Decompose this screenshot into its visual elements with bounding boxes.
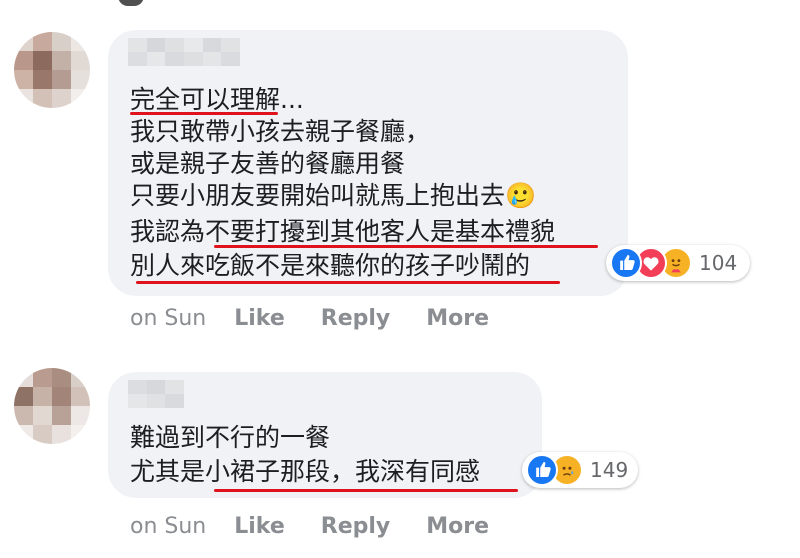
highlight-underline (136, 281, 560, 284)
reaction-count: 149 (590, 458, 629, 482)
reply-button[interactable]: Reply (321, 514, 391, 539)
highlight-underline (130, 112, 278, 115)
comment-actions: on Sun Like Reply More (130, 306, 525, 331)
commenter-name-blurred[interactable] (128, 38, 240, 66)
comment-text-line: 尤其是小裙子那段，我深有同感 (130, 457, 481, 486)
comment-text-line: 難過到不行的一餐 (130, 423, 331, 452)
comment-text-line: 或是親子友善的餐廳用餐 (130, 149, 406, 178)
previous-comment-fragment (118, 0, 144, 6)
avatar[interactable] (14, 32, 90, 108)
reaction-count: 104 (699, 251, 738, 275)
like-icon (526, 454, 558, 486)
like-icon (610, 247, 642, 279)
like-button[interactable]: Like (234, 514, 285, 539)
more-button[interactable]: More (426, 514, 489, 539)
highlight-underline (214, 489, 518, 492)
comment-actions: on Sun Like Reply More (130, 514, 525, 539)
more-button[interactable]: More (426, 306, 489, 331)
reply-button[interactable]: Reply (321, 306, 391, 331)
comment-timestamp[interactable]: on Sun (130, 514, 206, 539)
like-button[interactable]: Like (234, 306, 285, 331)
comment-text-line: 只要小朋友要開始叫就馬上抱出去🥲 (130, 181, 537, 210)
reaction-summary[interactable]: 149 (522, 452, 638, 488)
comment-text-line: 別人來吃飯不是來聽你的孩子吵鬧的 (130, 251, 531, 280)
reaction-summary[interactable]: 104 (606, 245, 750, 281)
comment-timestamp[interactable]: on Sun (130, 306, 206, 331)
comment-text-line: 我認為不要打擾到其他客人是基本禮貌 (130, 217, 556, 246)
avatar[interactable] (14, 368, 90, 444)
comment-text-line: 我只敢帶小孩去親子餐廳， (130, 117, 431, 146)
highlight-underline (214, 245, 598, 248)
commenter-name-blurred[interactable] (128, 380, 184, 408)
